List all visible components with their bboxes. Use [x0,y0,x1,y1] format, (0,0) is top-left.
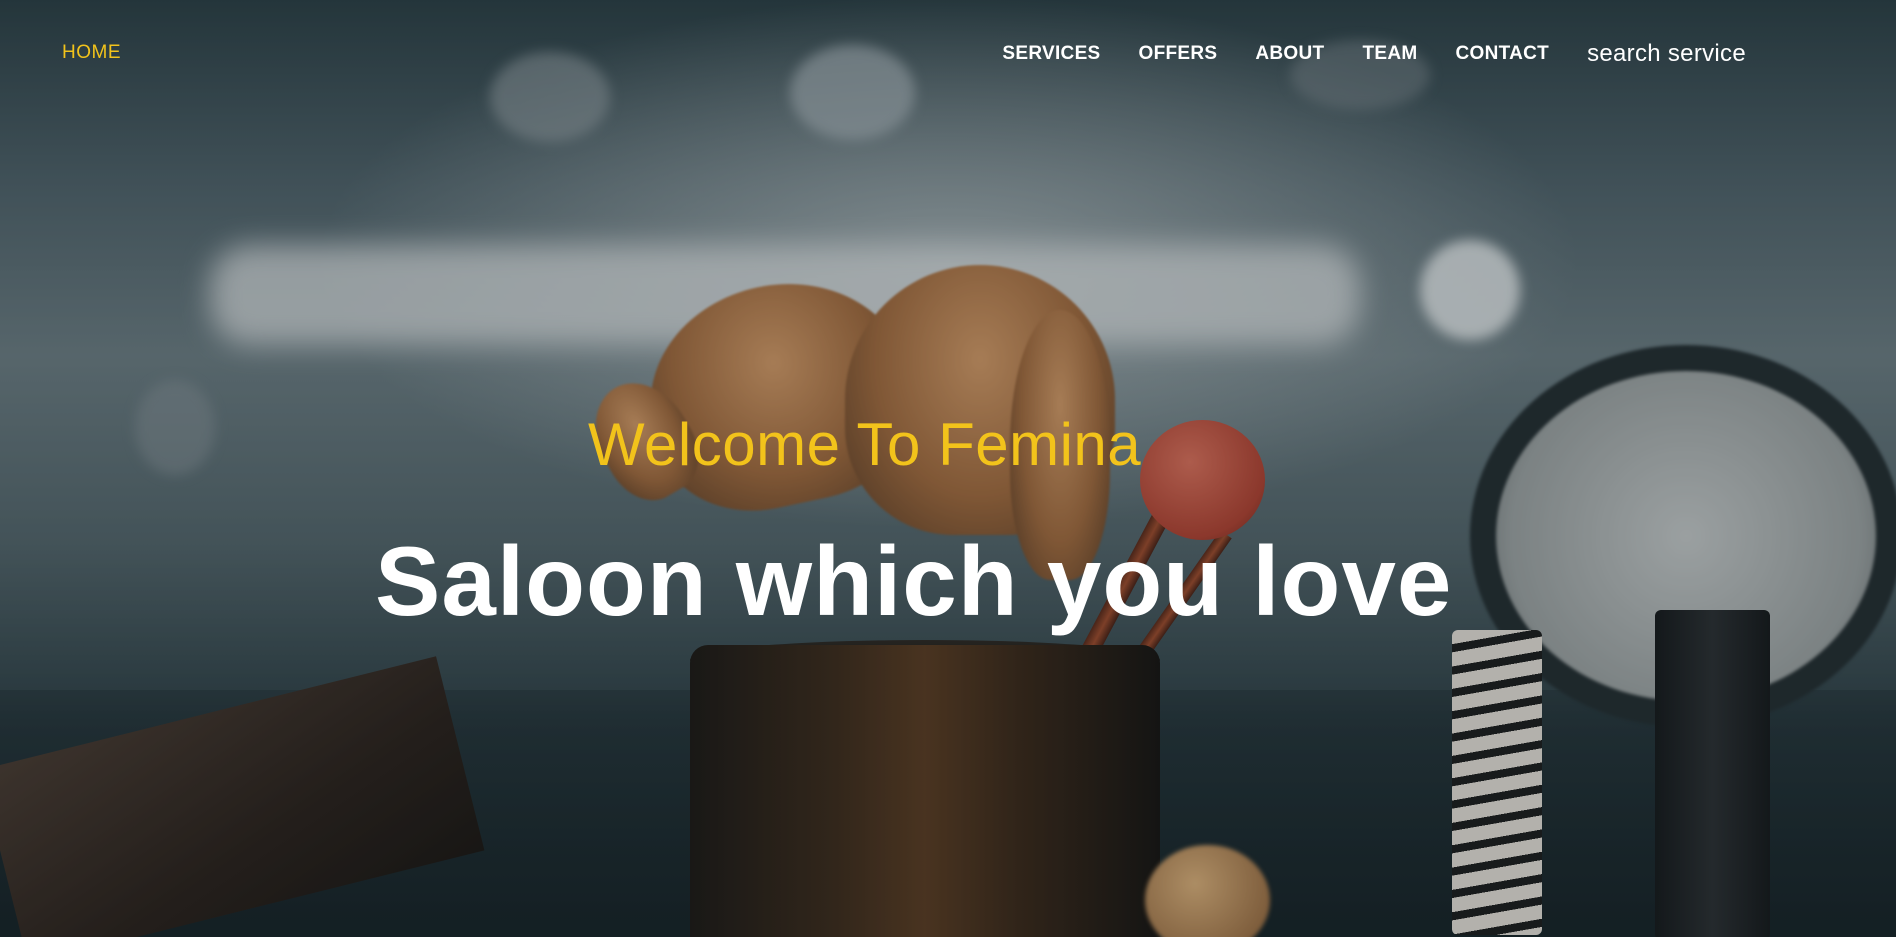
nav-team-link[interactable]: TEAM [1362,43,1417,65]
nav-services-link[interactable]: SERVICES [1002,43,1100,65]
nav-about-link[interactable]: ABOUT [1255,43,1324,65]
hero-section: HOME SERVICES OFFERS ABOUT TEAM CONTACT … [0,0,1896,937]
main-nav: SERVICES OFFERS ABOUT TEAM CONTACT searc… [964,40,1746,68]
nav-home-link[interactable]: HOME [62,42,121,64]
hero-welcome-text: Welcome To Femina [588,411,1142,478]
nav-contact-link[interactable]: CONTACT [1455,43,1549,65]
nav-offers-link[interactable]: OFFERS [1139,43,1218,65]
search-service-input[interactable]: search service [1587,40,1746,68]
hero-headline: Saloon which you love [375,526,1453,636]
